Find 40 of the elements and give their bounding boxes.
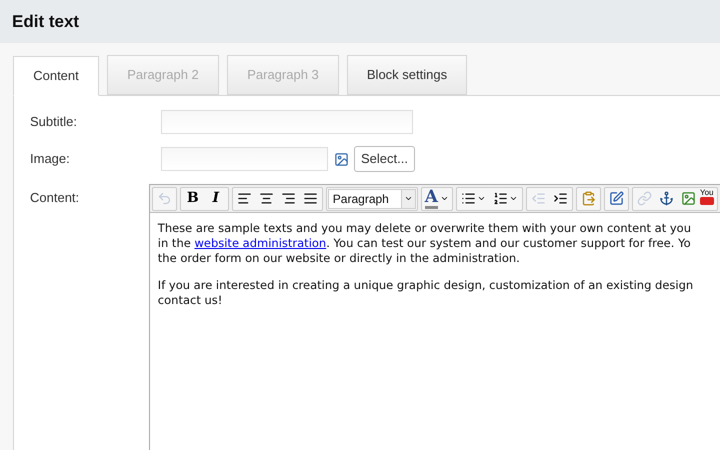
numbered-list-icon [493, 191, 508, 206]
tab[interactable]: Block settings [347, 55, 467, 95]
video-button[interactable]: You [700, 188, 716, 208]
subtitle-input[interactable] [161, 110, 413, 134]
editor-text: If you are interested in creating a unique graphic design, customization of an existing design [158, 278, 694, 293]
tab[interactable]: Content [13, 56, 99, 96]
bold-button[interactable]: B [182, 188, 204, 208]
format-dropdown[interactable]: Paragraph [328, 188, 416, 208]
image-input[interactable] [161, 147, 328, 171]
editor-text: . You can test our system and our customer support for free. Yo [326, 236, 691, 251]
field-label: Image: [30, 150, 71, 168]
editor-text: contact us! [158, 293, 224, 308]
outdent-icon [531, 191, 546, 206]
editor-text: These are sample texts and you may delete or overwrite them with your own content at you [158, 221, 692, 236]
editor-text: the order form on our website or directly in the administration. [158, 251, 521, 266]
select-button[interactable]: Select... [354, 146, 415, 172]
caret-icon [509, 194, 518, 203]
caret-icon [440, 194, 449, 203]
website-administration-link[interactable]: website administration [194, 236, 326, 251]
align-left-icon [236, 191, 252, 206]
anchor-icon [659, 191, 674, 206]
picture-icon [681, 191, 696, 206]
page-title: Edit text [12, 10, 80, 33]
text-color-button[interactable]: A [422, 188, 451, 208]
pencil-icon [609, 191, 624, 206]
align-right-icon [280, 191, 296, 206]
image-browse-icon[interactable] [334, 152, 349, 166]
indent-icon [553, 191, 568, 206]
editor-text: in the [158, 236, 192, 251]
link-icon [637, 191, 652, 206]
align-center-icon [258, 191, 274, 206]
caret-icon [404, 194, 413, 203]
caret-icon [477, 194, 486, 203]
field-label: Subtitle: [30, 113, 78, 132]
italic-button[interactable]: I [204, 188, 227, 208]
align-justify-icon [302, 191, 318, 206]
bullet-list-icon [461, 191, 476, 206]
field-label: Content: [30, 189, 80, 207]
clipboard-icon [581, 191, 596, 206]
undo-icon [156, 191, 172, 206]
